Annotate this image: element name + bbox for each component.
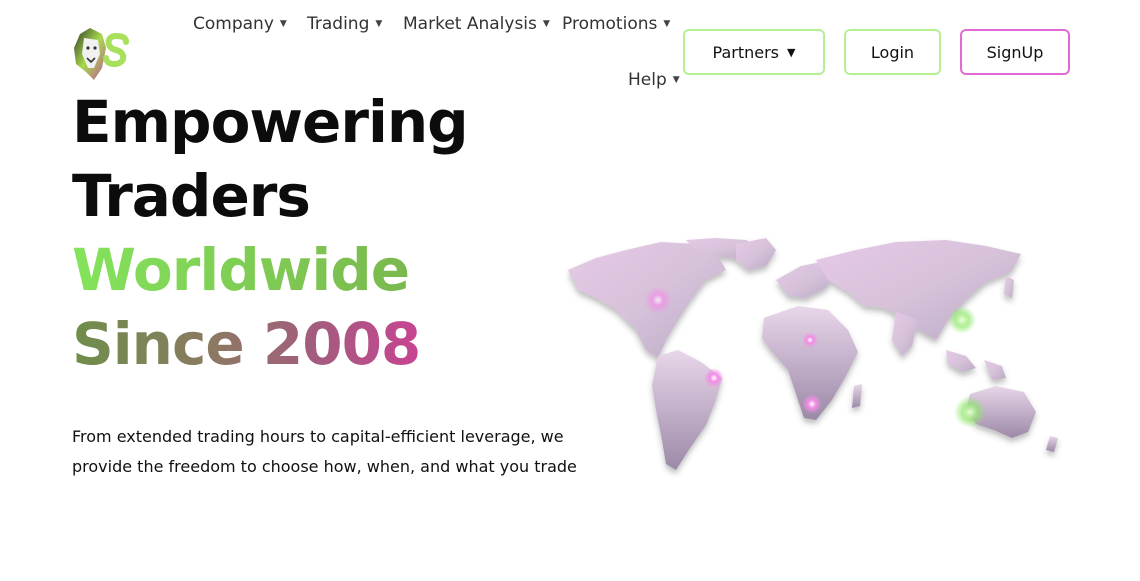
- login-button-label: Login: [870, 42, 915, 62]
- login-button[interactable]: Login: [844, 29, 941, 75]
- hero-title-line-4: Since 2008: [72, 310, 421, 378]
- nav-help[interactable]: Help ▼: [628, 70, 680, 90]
- caret-down-icon: ▼: [542, 19, 550, 29]
- partners-button-label: Partners: [712, 42, 779, 62]
- signup-button[interactable]: SignUp: [960, 29, 1070, 75]
- signup-button-label: SignUp: [986, 42, 1044, 62]
- partners-button[interactable]: Partners ▼: [683, 29, 825, 75]
- hero-title-line-2: Traders: [72, 162, 311, 230]
- nav-promotions[interactable]: Promotions ▼: [562, 14, 670, 34]
- nav-trading[interactable]: Trading ▼: [307, 14, 382, 34]
- caret-down-icon: ▼: [375, 19, 383, 29]
- nav-help-label: Help: [628, 70, 667, 90]
- world-map-icon: [566, 180, 1066, 510]
- nav-market-analysis-label: Market Analysis: [403, 14, 537, 34]
- nav-trading-label: Trading: [307, 14, 370, 34]
- hero-title-line-3: Worldwide: [72, 236, 410, 304]
- caret-down-icon: ▼: [663, 19, 671, 29]
- caret-down-icon: ▼: [787, 45, 796, 59]
- lion-logo-icon[interactable]: [72, 24, 138, 84]
- caret-down-icon: ▼: [279, 19, 287, 29]
- caret-down-icon: ▼: [672, 75, 680, 85]
- nav-company[interactable]: Company ▼: [193, 14, 287, 34]
- nav-market-analysis[interactable]: Market Analysis ▼: [403, 14, 550, 34]
- hero-description: From extended trading hours to capital-e…: [72, 427, 577, 476]
- nav-company-label: Company: [193, 14, 274, 34]
- hero-title-line-1: Empowering: [72, 88, 469, 156]
- landing-page: Company ▼ Trading ▼ Market Analysis ▼ Pr…: [0, 0, 1140, 581]
- nav-promotions-label: Promotions: [562, 14, 658, 34]
